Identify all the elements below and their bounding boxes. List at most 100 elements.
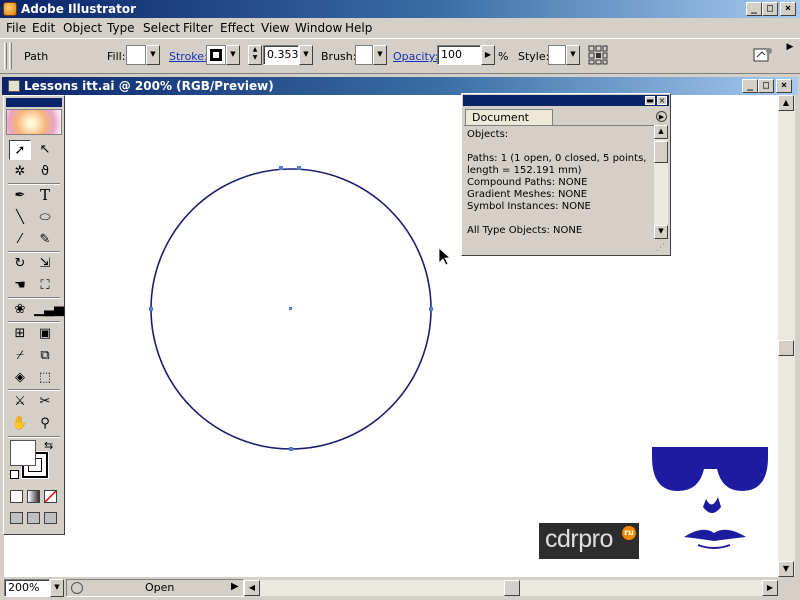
horizontal-scroll-track[interactable] [260,580,762,596]
illustrator-flower-logo[interactable] [6,109,62,135]
document-title: Lessons itt.ai @ 200% (RGB/Preview) [24,79,274,93]
doc-close-button[interactable]: × [776,79,792,93]
horizontal-scroll-thumb[interactable] [504,580,520,596]
menu-type[interactable]: Type [107,21,135,35]
scroll-right-button[interactable]: ▶ [762,580,778,596]
magic-wand-tool-icon[interactable]: ✲ [9,162,31,182]
live-paint-selection-tool-icon[interactable]: ⬚ [34,368,56,388]
close-button[interactable]: × [780,2,796,16]
direct-selection-tool-icon[interactable]: ↖ [34,140,56,160]
doc-minimize-button[interactable]: _ [742,79,758,93]
info-line: All Type Objects: NONE [467,225,583,236]
menu-view[interactable]: View [261,21,289,35]
app-title-bar[interactable]: Adobe Illustrator _ □ × [0,0,800,18]
doc-restore-button[interactable]: □ [758,79,774,93]
fill-swatch[interactable] [126,45,146,65]
mesh-tool-icon[interactable]: ⊞ [9,324,31,344]
document-info-title-bar[interactable]: ▬ × [463,95,669,106]
stroke-dropdown-button[interactable]: ▼ [226,45,240,65]
style-dropdown-button[interactable]: ▼ [566,45,580,65]
menu-file[interactable]: File [6,21,26,35]
stroke-label[interactable]: Stroke: [169,50,208,63]
menu-effect[interactable]: Effect [220,21,255,35]
docinfo-close-button[interactable]: × [657,96,667,105]
pencil-tool-icon[interactable]: ✎ [34,230,56,250]
menu-window[interactable]: Window [295,21,342,35]
color-mode-icon[interactable] [10,490,23,503]
lasso-tool-icon[interactable]: ϑ [34,162,56,182]
default-colors-icon[interactable] [10,470,19,479]
scroll-left-button[interactable]: ◀ [244,580,260,596]
palette-grip[interactable] [4,43,7,69]
brush-dropdown-button[interactable]: ▼ [373,45,387,65]
ellipse-tool-icon[interactable]: ⬭ [34,208,56,228]
document-title-bar[interactable]: Lessons itt.ai @ 200% (RGB/Preview) _ □ … [2,77,798,95]
menu-edit[interactable]: Edit [32,21,55,35]
standard-screen-mode-icon[interactable] [10,512,23,524]
menu-select[interactable]: Select [143,21,180,35]
palette-options-icon[interactable] [752,45,774,67]
rotate-tool-icon[interactable]: ↻ [9,254,31,274]
stroke-weight-dropdown[interactable]: ▼ [299,45,313,65]
none-mode-icon[interactable] [44,490,57,503]
maximize-button[interactable]: □ [762,2,778,16]
gradient-tool-icon[interactable]: ▣ [34,324,56,344]
stroke-weight-input[interactable]: 0.353 [263,45,299,65]
free-transform-tool-icon[interactable]: ⛶ [34,276,56,296]
palette-grip-2[interactable] [9,43,12,69]
opacity-label[interactable]: Opacity: [393,50,438,63]
graph-tool-icon[interactable]: ▁▃▅ [34,300,64,320]
symbol-sprayer-tool-icon[interactable]: ❀ [9,300,31,320]
menu-help[interactable]: Help [345,21,372,35]
scroll-down-button[interactable]: ▼ [778,561,794,577]
scroll-up-button[interactable]: ▲ [778,95,794,111]
resize-grip-icon[interactable]: ⋰ [656,243,668,254]
menu-object[interactable]: Object [63,21,102,35]
swap-fill-stroke-icon[interactable]: ⇆ [44,439,53,452]
scale-tool-icon[interactable]: ⇲ [34,254,56,274]
info-line: Objects: [467,129,509,140]
eyedropper-tool-icon[interactable]: ⌿ [9,346,31,366]
gradient-mode-icon[interactable] [27,490,40,503]
docinfo-scroll-thumb[interactable] [654,141,668,163]
style-swatch[interactable] [548,45,566,65]
paintbrush-tool-icon[interactable]: ⁄ [9,230,31,250]
palette-menu-icon[interactable]: ▶ [656,111,667,122]
selection-tool-icon[interactable]: ➚ [9,140,31,160]
full-screen-mode-icon[interactable] [44,512,57,524]
status-menu-arrow-icon[interactable]: ▶ [231,581,239,592]
type-tool-icon[interactable]: T [34,186,56,206]
scissors-tool-icon[interactable]: ✂ [34,392,56,412]
blend-tool-icon[interactable]: ⧉ [34,346,56,366]
slice-tool-icon[interactable]: ⚔ [9,392,31,412]
docinfo-scrollbar[interactable]: ▲ ▼ [654,125,668,239]
live-paint-tool-icon[interactable]: ◈ [9,368,31,388]
full-screen-menu-mode-icon[interactable] [27,512,40,524]
zoom-dropdown-button[interactable]: ▼ [50,579,64,597]
docinfo-scroll-up-button[interactable]: ▲ [654,125,668,139]
line-tool-icon[interactable]: ╲ [9,208,31,228]
stroke-weight-stepper[interactable]: ▲ ▼ [248,45,262,65]
pen-tool-icon[interactable]: ✒ [9,186,31,206]
minimize-button[interactable]: _ [746,2,762,16]
docinfo-collapse-button[interactable]: ▬ [645,96,655,105]
opacity-slider-button[interactable]: ▶ [481,45,495,65]
menu-filter[interactable]: Filter [183,21,213,35]
docinfo-scroll-down-button[interactable]: ▼ [654,225,668,239]
vertical-scrollbar[interactable]: ▲ ▼ [778,95,795,577]
hand-tool-icon[interactable]: ✋ [9,414,31,434]
stroke-swatch[interactable] [206,45,226,65]
opacity-input[interactable]: 100 [437,45,481,65]
brush-swatch[interactable] [355,45,373,65]
tools-palette-title-bar[interactable] [6,98,62,107]
warp-tool-icon[interactable]: ☚ [9,276,31,296]
align-options-icon[interactable] [588,45,608,65]
fill-color-box[interactable] [10,440,36,466]
vertical-scroll-thumb[interactable] [778,340,794,356]
tab-document-info[interactable]: Document Info [465,109,553,137]
fill-dropdown-button[interactable]: ▼ [146,45,160,65]
zoom-level-field[interactable]: 200% [4,579,50,597]
status-field[interactable]: Open ▶ [66,579,244,597]
zoom-tool-icon[interactable]: ⚲ [34,414,56,434]
palette-menu-arrow-icon[interactable]: ▶ [784,41,796,53]
